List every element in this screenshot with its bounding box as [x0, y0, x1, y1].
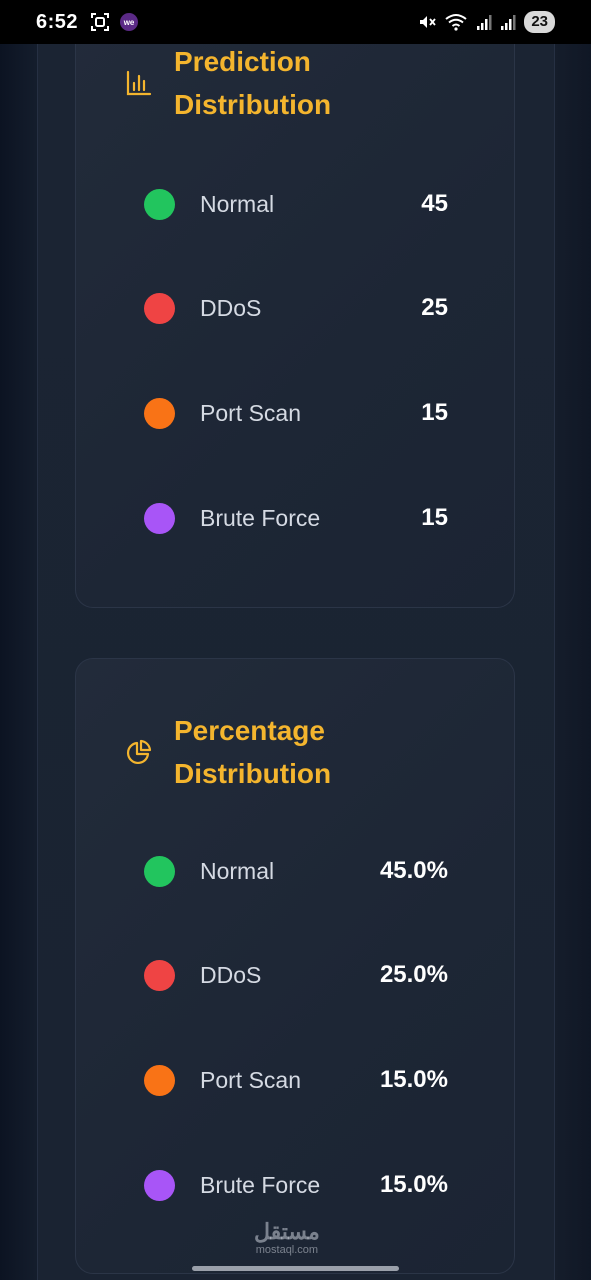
- screenshot-icon: [91, 13, 110, 31]
- list-item: Brute Force 15.0%: [144, 1165, 448, 1205]
- row-label: DDoS: [200, 961, 262, 988]
- status-dot: [144, 1169, 175, 1201]
- row-label: DDoS: [200, 294, 262, 321]
- status-dot: [144, 502, 175, 534]
- row-label: Brute Force: [200, 1171, 321, 1198]
- list-item: Normal 45: [144, 184, 448, 224]
- mute-icon: [420, 16, 437, 28]
- card-title: Prediction Distribution: [174, 46, 332, 120]
- signal-icon: [477, 15, 492, 30]
- row-value: 25.0%: [379, 961, 448, 988]
- status-dot: [144, 397, 175, 429]
- percentage-distribution-card: Percentage Distribution Normal 45.0% DDo…: [75, 658, 515, 1274]
- prediction-distribution-card: Prediction Distribution Normal 45 DDoS 2…: [75, 10, 515, 608]
- row-value: 15: [421, 504, 448, 531]
- card-title: Percentage Distribution: [174, 715, 332, 789]
- pie-chart-icon: [126, 739, 152, 765]
- list-item: Port Scan 15.0%: [144, 1060, 448, 1100]
- home-indicator[interactable]: [192, 1266, 399, 1271]
- bar-chart-icon: [126, 70, 152, 96]
- list-item: DDoS 25.0%: [144, 955, 448, 995]
- list-item: Brute Force 15: [144, 498, 448, 538]
- status-dot: [144, 959, 175, 991]
- watermark-arabic: مستقل: [254, 1219, 320, 1244]
- list-item: Normal 45.0%: [144, 851, 448, 891]
- row-value: 15.0%: [379, 1066, 448, 1093]
- row-value: 45.0%: [379, 857, 448, 884]
- status-dot: [144, 1064, 175, 1096]
- status-dot: [144, 292, 175, 324]
- row-label: Port Scan: [200, 399, 301, 426]
- status-time: 6:52: [36, 10, 79, 33]
- list-item: DDoS 25: [144, 288, 448, 328]
- row-value: 15: [421, 399, 448, 426]
- watermark: مستقل mostaql.com: [254, 1219, 320, 1257]
- watermark-latin: mostaql.com: [255, 1244, 319, 1256]
- row-label: Port Scan: [200, 1066, 301, 1093]
- row-value: 25: [421, 294, 448, 321]
- carrier-badge: we: [120, 13, 139, 31]
- row-label: Normal: [200, 190, 275, 217]
- signal-icon: [501, 15, 516, 30]
- status-left-icons: we: [90, 12, 139, 32]
- status-bar: 6:52 we 23: [0, 0, 591, 44]
- row-label: Brute Force: [200, 504, 321, 531]
- status-right-icons: 23: [418, 11, 555, 33]
- wifi-icon: [445, 14, 467, 31]
- list-item: Port Scan 15: [144, 393, 448, 433]
- row-label: Normal: [200, 857, 275, 884]
- app-screen: Prediction Distribution Normal 45 DDoS 2…: [0, 0, 591, 1280]
- status-dot: [144, 855, 175, 887]
- card-header: Prediction Distribution: [126, 40, 331, 126]
- row-value: 45: [421, 190, 448, 217]
- battery-level: 23: [524, 11, 555, 33]
- row-value: 15.0%: [379, 1171, 448, 1198]
- card-header: Percentage Distribution: [126, 709, 331, 795]
- status-dot: [144, 188, 175, 220]
